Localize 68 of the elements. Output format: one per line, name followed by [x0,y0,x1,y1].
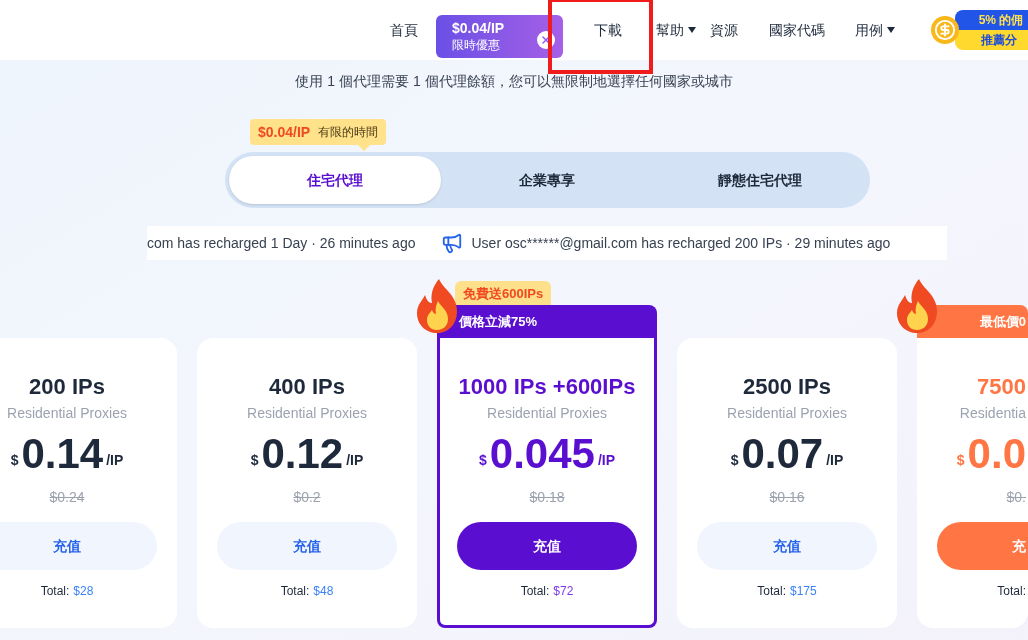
plan-subtitle: Residential Proxies [487,404,607,423]
total-label: Total: [40,583,70,600]
tab[interactable]: 靜態住宅代理 [653,156,866,204]
currency-sign: $ [956,451,965,470]
caret-icon [886,27,895,33]
banner-text: 價格立減75% [459,312,538,331]
offer-label: 有限的時間 [318,124,379,141]
plan-price: 0.12 [261,429,344,479]
nav-link[interactable]: 資源 [709,19,738,41]
ticker-message: com has recharged 1 Day · 26 minutes ago [147,233,416,253]
currency-sign: $ [730,451,739,470]
promo-price: $0.04/IP [452,19,506,37]
currency-sign: $ [250,451,259,470]
referral-commission: 5% 的佣 [954,10,1028,30]
plan-subtitle: Residential Proxies [7,404,127,423]
recharge-button[interactable]: 充值 [217,522,397,570]
plan-title: 200 IPs [29,373,105,401]
promo-label: 限時優惠 [452,37,500,53]
plan-price: 0.14 [21,429,104,479]
plan-price: 0.0 [967,429,1026,479]
nav-link[interactable]: 首頁 [390,19,418,41]
old-price: $0.18 [529,488,565,507]
gift-tag: 免費送600IPs [455,281,552,307]
total-amount: $175 [790,583,817,600]
nav-link[interactable]: 國家代碼 [768,19,825,41]
total-amount: $72 [553,583,574,600]
referral-badge[interactable]: 5% 的佣 推薦分 [954,10,1028,50]
banner-text: 最低價0 [979,312,1026,331]
total-label: Total: [757,583,786,600]
price-unit: /IP [597,451,615,470]
total-label: Total: [280,583,310,600]
total-amount: $48 [313,583,334,600]
nav-link[interactable]: 幫助 [655,19,696,41]
nav-link[interactable]: 用例 [854,19,895,41]
recharge-button[interactable]: 充值 [697,522,877,570]
old-price: $0. [1006,488,1026,507]
coin-icon [930,16,959,44]
old-price: $0.16 [769,488,805,507]
price-unit: /IP [106,451,124,470]
old-price: $0.24 [49,488,85,507]
subtitle-text: 使用 1 個代理需要 1 個代理餘額，您可以無限制地選擇任何國家或城市 [294,72,734,91]
tab[interactable]: 企業專享 [441,156,654,204]
plan-subtitle: Residentia [959,404,1026,423]
plan-subtitle: Residential Proxies [727,404,847,423]
currency-sign: $ [10,451,19,470]
referral-label: 推薦分 [954,30,1028,50]
plan-subtitle: Residential Proxies [247,404,367,423]
plan-title: 400 IPs [269,373,345,401]
old-price: $0.2 [293,488,321,507]
nav-link[interactable]: 下載 [593,19,622,41]
tab[interactable]: 住宅代理 [229,156,442,204]
currency-sign: $ [479,451,487,470]
plan-price: 0.045 [489,429,595,479]
plan-title: 7500 [977,373,1026,401]
total-label: Total: [520,583,550,600]
plan-title: 1000 IPs +600IPs [458,373,636,401]
price-unit: /IP [346,451,364,470]
total-label: Total: [997,583,1026,600]
caret-icon [687,27,696,33]
total-amount: $28 [73,583,94,600]
price-unit: /IP [826,451,844,470]
plan-price: 0.07 [741,429,824,479]
plan-title: 2500 IPs [742,373,832,401]
ticker-message: User osc******@gmail.com has recharged 200 IPs · 29 minutes ago [471,233,891,253]
recharge-button[interactable]: 充值 [0,522,157,570]
offer-price: $0.04/IP [258,122,311,142]
promo-badge[interactable]: $0.04/IP 限時優惠 [436,14,563,58]
recharge-button[interactable]: 充值 [457,522,637,570]
